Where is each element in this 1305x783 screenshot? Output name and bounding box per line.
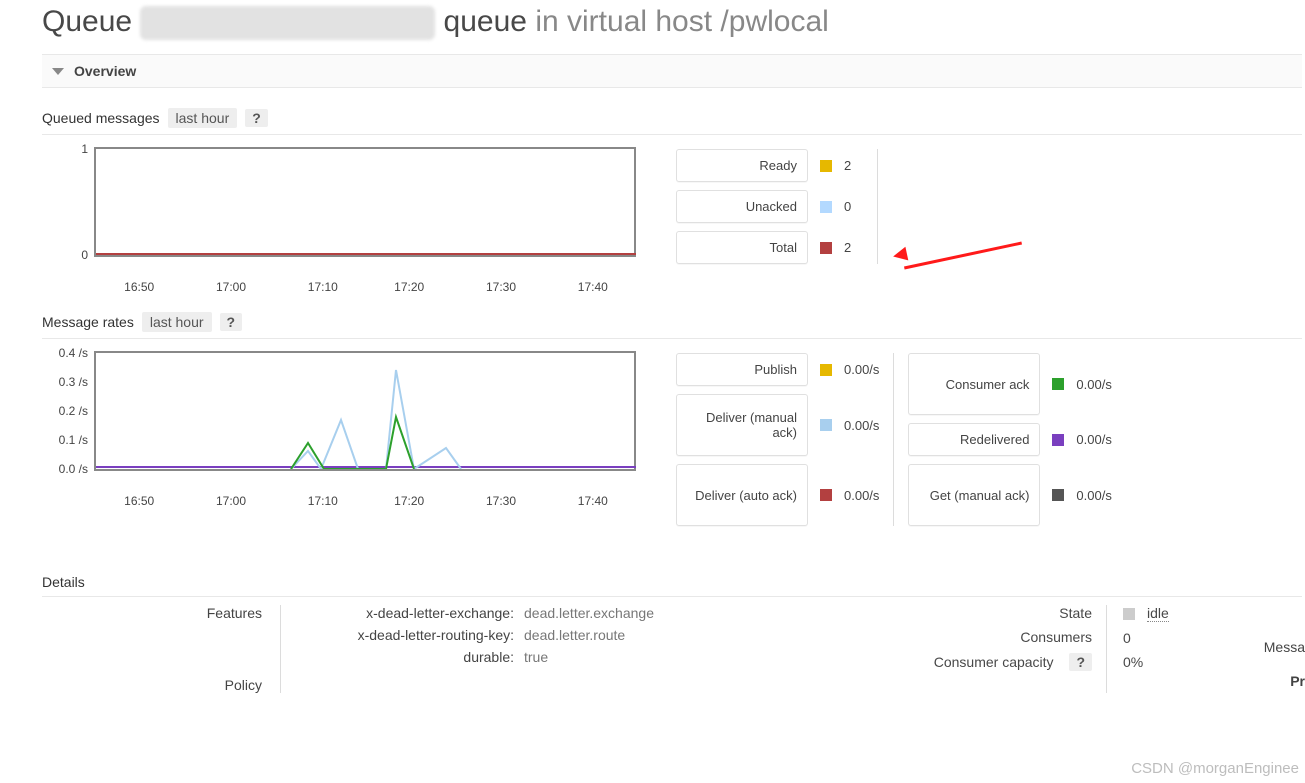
swatch-icon [820, 242, 832, 254]
queued-help-icon[interactable]: ? [245, 109, 268, 127]
legend-get-manual-button[interactable]: Get (manual ack) [908, 464, 1040, 526]
consumers-value: 0 [1123, 630, 1243, 646]
queued-heading: Queued messages last hour ? [42, 108, 1302, 135]
rates-heading-label: Message rates [42, 314, 134, 330]
legend-total-button[interactable]: Total [676, 231, 808, 264]
swatch-icon [820, 160, 832, 172]
queued-y-ticks: 1 0 [44, 149, 92, 255]
legend-publish-button[interactable]: Publish [676, 353, 808, 386]
feature-value: true [524, 649, 548, 665]
overview-header[interactable]: Overview [42, 54, 1302, 88]
watermark: CSDN @morganEnginee [1131, 760, 1299, 777]
rates-legend-right: Consumer ack 0.00/s Redelivered 0.00/s G… [908, 353, 1125, 526]
capacity-value: 0% [1123, 654, 1243, 670]
legend-deliver-auto-button[interactable]: Deliver (auto ack) [676, 464, 808, 526]
details-left-labels: Features Policy [42, 605, 280, 693]
feature-key: durable: [299, 649, 514, 665]
capacity-help-icon[interactable]: ? [1069, 653, 1092, 671]
legend-deliver-manual-button[interactable]: Deliver (manual ack) [676, 394, 808, 456]
consumers-label: Consumers [925, 629, 1092, 645]
swatch-icon [820, 201, 832, 213]
legend-publish-value: 0.00/s [844, 362, 879, 377]
legend-deliver-auto-value: 0.00/s [844, 488, 879, 503]
rates-chart: 0.4 /s 0.3 /s 0.2 /s 0.1 /s 0.0 /s 16:50… [94, 351, 636, 471]
legend-ready-value: 2 [844, 158, 851, 173]
swatch-icon [820, 419, 832, 431]
details-heading-row: Details [42, 574, 1302, 597]
title-vhost: /pwlocal [720, 5, 828, 38]
legend-total-value: 2 [844, 240, 851, 255]
rates-heading: Message rates last hour ? [42, 312, 1302, 339]
state-value: idle [1147, 605, 1169, 622]
legend-consumer-ack-button[interactable]: Consumer ack [908, 353, 1040, 415]
cutoff-label2: Pr [1255, 673, 1305, 689]
queued-heading-label: Queued messages [42, 110, 160, 126]
swatch-icon [1052, 434, 1064, 446]
title-prefix: Queue [42, 5, 140, 38]
legend-unacked-button[interactable]: Unacked [676, 190, 808, 223]
cutoff-label: Messa [1255, 639, 1305, 655]
state-label: State [925, 605, 1092, 621]
title-queue-suffix: queue [444, 5, 527, 38]
swatch-icon [1052, 378, 1064, 390]
queued-legend: Ready 2 Unacked 0 Total 2 [676, 149, 878, 264]
legend-unacked-value: 0 [844, 199, 851, 214]
feature-key: x-dead-letter-exchange: [299, 605, 514, 621]
feature-value: dead.letter.exchange [524, 605, 654, 621]
legend-redelivered-button[interactable]: Redelivered [908, 423, 1040, 456]
state-swatch-icon [1123, 608, 1135, 620]
feature-value: dead.letter.route [524, 627, 625, 643]
rates-help-icon[interactable]: ? [220, 313, 243, 331]
policy-label: Policy [42, 677, 262, 693]
rates-chart-svg [96, 353, 636, 469]
title-in-vhost: in virtual host [535, 5, 720, 38]
legend-get-manual-value: 0.00/s [1076, 488, 1111, 503]
legend-consumer-ack-value: 0.00/s [1076, 377, 1111, 392]
feature-key: x-dead-letter-routing-key: [299, 627, 514, 643]
details-features: x-dead-letter-exchange: dead.letter.excha… [280, 605, 925, 693]
swatch-icon [1052, 489, 1064, 501]
legend-ready-button[interactable]: Ready [676, 149, 808, 182]
rates-legend-left: Publish 0.00/s Deliver (manual ack) 0.00… [676, 353, 894, 526]
legend-deliver-manual-value: 0.00/s [844, 418, 879, 433]
features-label: Features [42, 605, 262, 621]
queued-range[interactable]: last hour [168, 108, 238, 128]
legend-redelivered-value: 0.00/s [1076, 432, 1111, 447]
chevron-down-icon [52, 68, 64, 75]
redacted-name: com.chime...g.order.c [140, 6, 435, 40]
swatch-icon [820, 489, 832, 501]
details-right-values: idle 0 0% [1119, 605, 1243, 693]
rates-range[interactable]: last hour [142, 312, 212, 332]
overview-label: Overview [74, 63, 136, 79]
queued-chart: 1 0 16:50 17:00 17:10 17:20 17:30 17:40 [94, 147, 636, 257]
page-title: Queue com.chime...g.order.c queue in vir… [42, 5, 1305, 40]
capacity-label: Consumer capacity [934, 654, 1054, 670]
queued-chart-svg [96, 149, 636, 255]
swatch-icon [820, 364, 832, 376]
details-heading: Details [42, 574, 85, 590]
rates-y-ticks: 0.4 /s 0.3 /s 0.2 /s 0.1 /s 0.0 /s [44, 353, 92, 469]
details-right-labels: State Consumers Consumer capacity ? [925, 605, 1107, 693]
